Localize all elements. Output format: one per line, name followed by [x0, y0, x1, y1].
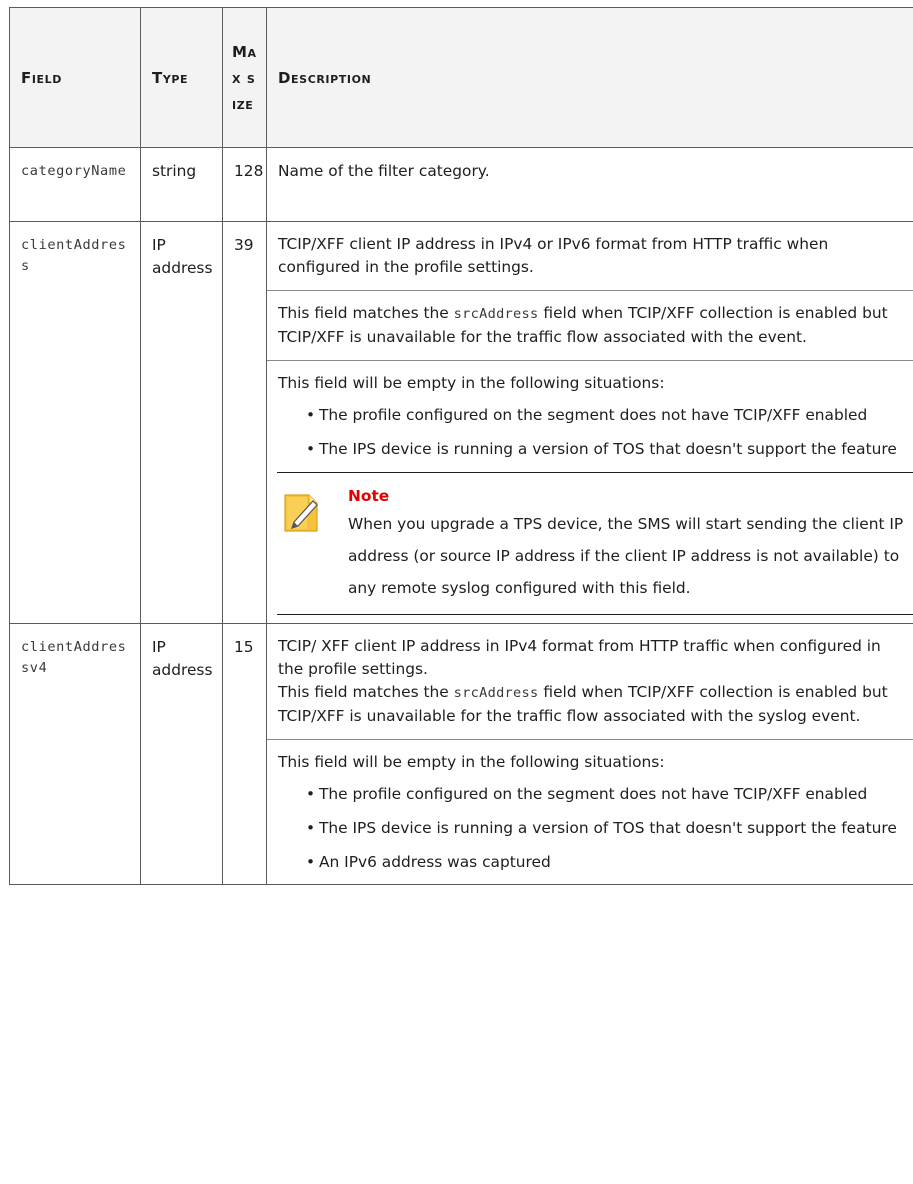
syslog-fields-table: Field Type Max size Description category…	[9, 7, 913, 885]
note-body: When you upgrade a TPS device, the SMS w…	[348, 515, 904, 597]
field-description: Name of the filter category.	[266, 147, 913, 222]
list-intro: This field will be empty in the followin…	[278, 753, 665, 771]
text-run: TCIP/ XFF client IP address in IPv4 form…	[278, 637, 881, 678]
description-paragraph: This field matches the srcAddress field …	[267, 290, 913, 349]
text-run-group: This field matches the srcAddress field …	[278, 681, 902, 728]
text-run: This field matches the	[278, 683, 454, 701]
description-paragraph: This field will be empty in the followin…	[267, 360, 913, 461]
table-row: clientAddressv4 IP address 15 TCIP/ XFF …	[9, 623, 913, 885]
list-item: • The IPS device is running a version of …	[306, 438, 902, 461]
list-item-text: The profile configured on the segment do…	[319, 785, 868, 803]
note-box: Note When you upgrade a TPS device, the …	[277, 472, 913, 615]
table-header-row: Field Type Max size Description	[9, 7, 913, 148]
field-max-size: 15	[222, 623, 267, 885]
inline-code: srcAddress	[453, 685, 539, 701]
list-item: • The profile configured on the segment d…	[306, 783, 902, 806]
field-name: clientAddress	[9, 221, 141, 624]
list-intro: This field will be empty in the followin…	[278, 374, 665, 392]
header-type: Type	[140, 7, 223, 148]
description-paragraph: This field will be empty in the followin…	[267, 739, 913, 884]
list-item-text: The IPS device is running a version of T…	[319, 819, 897, 837]
header-field: Field	[9, 7, 141, 148]
table-row: categoryName string 128 Name of the filt…	[9, 147, 913, 222]
list-item: • An IPv6 address was captured	[306, 851, 902, 874]
table-row: clientAddress IP address 39 TCIP/XFF cli…	[9, 221, 913, 624]
bullet-icon: •	[306, 440, 316, 458]
text-run: This field matches the	[278, 304, 454, 322]
bullet-list: • The profile configured on the segment d…	[278, 404, 902, 461]
note-title: Note	[348, 487, 390, 505]
field-max-size: 128	[222, 147, 267, 222]
list-item-text: An IPv6 address was captured	[319, 853, 551, 871]
field-name: categoryName	[9, 147, 141, 222]
bullet-icon: •	[306, 406, 316, 424]
field-type: string	[140, 147, 223, 222]
field-type: IP address	[140, 221, 223, 624]
list-item: • The IPS device is running a version of …	[306, 817, 902, 840]
field-name: clientAddressv4	[9, 623, 141, 885]
bullet-icon: •	[306, 853, 316, 871]
list-item-text: The IPS device is running a version of T…	[319, 440, 897, 458]
bullet-icon: •	[306, 785, 316, 803]
description-paragraph: TCIP/ XFF client IP address in IPv4 form…	[267, 624, 913, 728]
header-max-size: Max size	[222, 7, 267, 148]
list-item: • The profile configured on the segment d…	[306, 404, 902, 427]
field-description: TCIP/ XFF client IP address in IPv4 form…	[266, 623, 913, 885]
bullet-icon: •	[306, 819, 316, 837]
field-type: IP address	[140, 623, 223, 885]
description-paragraph: TCIP/XFF client IP address in IPv4 or IP…	[278, 235, 829, 276]
note-pencil-icon	[284, 494, 318, 532]
field-description: TCIP/XFF client IP address in IPv4 or IP…	[266, 221, 913, 624]
header-description: Description	[266, 7, 913, 148]
bullet-list: • The profile configured on the segment d…	[278, 783, 902, 874]
field-max-size: 39	[222, 221, 267, 624]
inline-code: srcAddress	[453, 306, 539, 322]
list-item-text: The profile configured on the segment do…	[319, 406, 868, 424]
